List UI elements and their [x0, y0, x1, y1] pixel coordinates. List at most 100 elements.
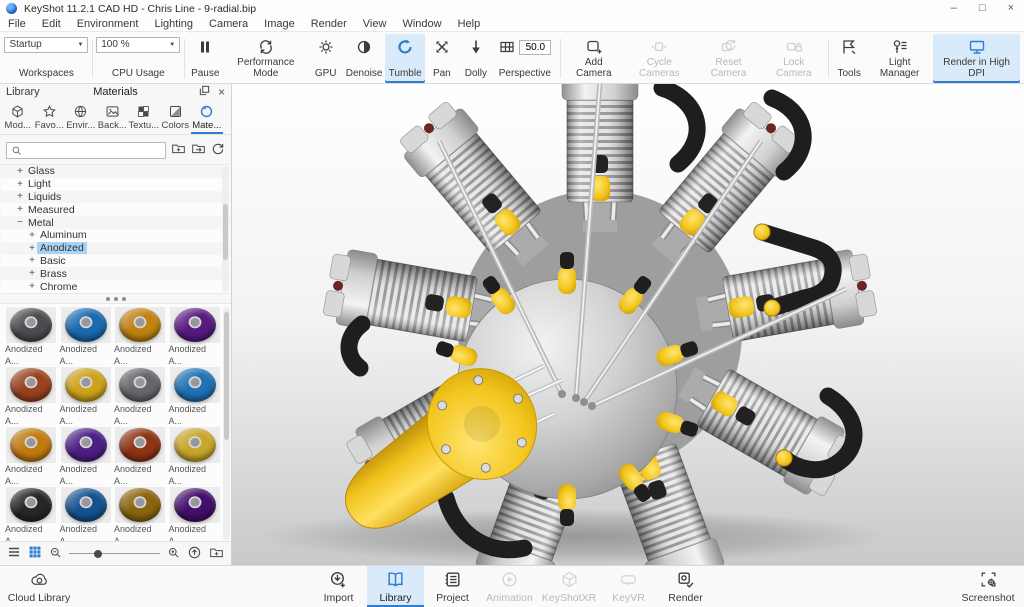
- menu-file[interactable]: File: [0, 17, 34, 32]
- close-panel-icon[interactable]: ×: [218, 87, 225, 97]
- expander-icon[interactable]: +: [15, 179, 25, 190]
- maximize-button[interactable]: □: [979, 1, 986, 16]
- menu-image[interactable]: Image: [256, 17, 303, 32]
- menu-help[interactable]: Help: [450, 17, 489, 32]
- tab-environments[interactable]: Envir...: [65, 102, 97, 134]
- material-thumbnail[interactable]: Anodized A...: [169, 487, 222, 543]
- gpu-button[interactable]: GPU: [309, 34, 343, 83]
- tree-item-basic[interactable]: +Basic: [1, 255, 230, 268]
- pan-button[interactable]: Pan: [425, 34, 459, 83]
- render-button[interactable]: Render: [657, 566, 714, 607]
- keyvr-button[interactable]: KeyVR: [600, 566, 657, 607]
- tree-item-anodized[interactable]: +Anodized: [1, 242, 230, 255]
- expander-icon[interactable]: +: [27, 230, 37, 241]
- expander-icon[interactable]: +: [15, 166, 25, 177]
- panel-splitter[interactable]: [0, 294, 231, 303]
- thumbnail-size-slider[interactable]: [69, 553, 160, 554]
- animation-button[interactable]: Animation: [481, 566, 538, 607]
- workspaces-dropdown[interactable]: Startup ▼: [4, 37, 88, 53]
- refresh-icon[interactable]: [211, 142, 225, 159]
- expander-icon[interactable]: +: [27, 268, 37, 279]
- render-hidpi-button[interactable]: Render in High DPI: [933, 34, 1020, 83]
- material-thumbnail[interactable]: Anodized A...: [60, 487, 113, 543]
- tree-item-brass[interactable]: +Brass: [1, 267, 230, 280]
- material-thumbnail[interactable]: Anodized A...: [60, 367, 113, 427]
- tumble-button[interactable]: Tumble: [385, 34, 424, 83]
- pause-button[interactable]: Pause: [188, 34, 223, 83]
- tab-colors[interactable]: Colors: [160, 102, 192, 134]
- perspective-field[interactable]: [519, 40, 551, 55]
- expander-icon[interactable]: +: [27, 243, 37, 254]
- add-camera-button[interactable]: Add Camera: [564, 34, 624, 83]
- cycle-cameras-button[interactable]: Cycle Cameras: [624, 34, 695, 83]
- performance-mode-button[interactable]: Performance Mode: [223, 34, 309, 83]
- material-thumbnail[interactable]: Anodized A...: [114, 367, 167, 427]
- cloud-library-button[interactable]: Cloud Library: [4, 566, 74, 607]
- expander-icon[interactable]: +: [15, 204, 25, 215]
- expander-icon[interactable]: +: [15, 191, 25, 202]
- cpu-usage-dropdown[interactable]: 100 % ▼: [96, 37, 180, 53]
- material-thumbnail[interactable]: Anodized A...: [60, 307, 113, 367]
- expander-icon[interactable]: +: [27, 281, 37, 292]
- screenshot-button[interactable]: Screenshot: [956, 566, 1020, 607]
- material-thumbnail[interactable]: Anodized A...: [5, 307, 58, 367]
- zoom-in-icon[interactable]: [167, 546, 180, 562]
- tree-item-light[interactable]: +Light: [1, 178, 230, 191]
- menu-environment[interactable]: Environment: [69, 17, 147, 32]
- list-view-icon[interactable]: [7, 545, 21, 562]
- menu-lighting[interactable]: Lighting: [146, 17, 201, 32]
- project-button[interactable]: Project: [424, 566, 481, 607]
- material-thumbnail[interactable]: Anodized A...: [5, 427, 58, 487]
- material-thumbnail[interactable]: Anodized A...: [114, 427, 167, 487]
- tree-item-liquids[interactable]: +Liquids: [1, 191, 230, 204]
- reset-camera-button[interactable]: Reset Camera: [695, 34, 762, 83]
- material-thumbnail[interactable]: Anodized A...: [114, 307, 167, 367]
- tab-models[interactable]: Mod...: [2, 102, 34, 134]
- tree-item-metal[interactable]: −Metal: [1, 216, 230, 229]
- tree-item-chrome[interactable]: +Chrome: [1, 280, 230, 293]
- tab-textures[interactable]: Textu...: [128, 102, 160, 134]
- collapse-icon[interactable]: −: [15, 217, 25, 228]
- menu-edit[interactable]: Edit: [34, 17, 69, 32]
- tree-item-glass[interactable]: +Glass: [1, 165, 230, 178]
- search-input[interactable]: [25, 145, 161, 156]
- undock-panel-icon[interactable]: [199, 85, 210, 99]
- upload-material-icon[interactable]: [187, 545, 202, 563]
- material-thumbnail[interactable]: Anodized A...: [5, 487, 58, 543]
- expander-icon[interactable]: +: [27, 255, 37, 266]
- tab-favorites[interactable]: Favo...: [34, 102, 66, 134]
- grid-view-icon[interactable]: [28, 545, 42, 562]
- tree-item-measured[interactable]: +Measured: [1, 203, 230, 216]
- close-button[interactable]: ×: [1008, 1, 1014, 16]
- viewport-3d[interactable]: [232, 84, 1024, 565]
- tab-backplates[interactable]: Back...: [97, 102, 129, 134]
- tab-materials[interactable]: Mate...: [191, 102, 223, 134]
- tools-button[interactable]: Tools: [832, 34, 866, 83]
- material-thumbnail[interactable]: Anodized A...: [169, 427, 222, 487]
- material-thumbnail[interactable]: Anodized A...: [60, 427, 113, 487]
- material-thumbnail[interactable]: Anodized A...: [169, 307, 222, 367]
- tree-scrollbar[interactable]: [222, 166, 229, 292]
- slider-knob[interactable]: [94, 550, 102, 558]
- menu-camera[interactable]: Camera: [201, 17, 256, 32]
- menu-view[interactable]: View: [355, 17, 395, 32]
- denoise-button[interactable]: Denoise: [343, 34, 386, 83]
- zoom-out-icon[interactable]: [49, 546, 62, 562]
- library-button[interactable]: Library: [367, 566, 424, 607]
- new-folder-icon[interactable]: [171, 141, 186, 159]
- import-button[interactable]: Import: [310, 566, 367, 607]
- material-thumbnail[interactable]: Anodized A...: [169, 367, 222, 427]
- dolly-button[interactable]: Dolly: [459, 34, 493, 83]
- add-folder-icon[interactable]: [209, 545, 224, 563]
- menu-render[interactable]: Render: [303, 17, 355, 32]
- keyshotxr-button[interactable]: KeyShotXR: [538, 566, 600, 607]
- thumbnails-scrollbar[interactable]: [223, 307, 230, 540]
- material-thumbnail[interactable]: Anodized A...: [114, 487, 167, 543]
- tree-item-aluminum[interactable]: +Aluminum: [1, 229, 230, 242]
- lock-camera-button[interactable]: Lock Camera: [762, 34, 825, 83]
- material-search-box[interactable]: [6, 142, 166, 159]
- menu-window[interactable]: Window: [394, 17, 449, 32]
- minimize-button[interactable]: –: [951, 1, 957, 16]
- light-manager-button[interactable]: Light Manager: [866, 34, 933, 83]
- material-thumbnail[interactable]: Anodized A...: [5, 367, 58, 427]
